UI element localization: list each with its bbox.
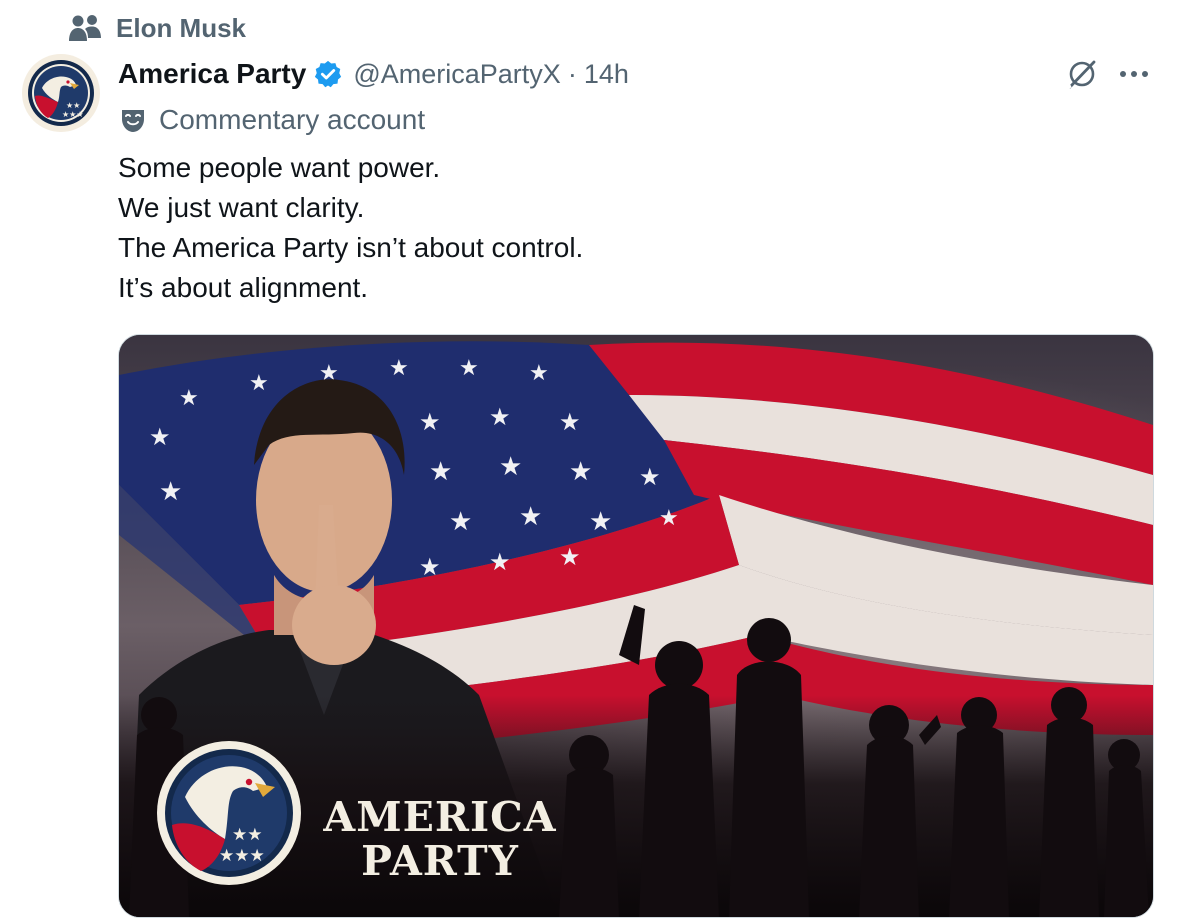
svg-text:★: ★ <box>659 506 679 531</box>
svg-text:★: ★ <box>489 403 511 431</box>
svg-text:★: ★ <box>159 477 182 507</box>
user-handle[interactable]: @AmericaPartyX <box>353 59 560 90</box>
grok-button[interactable] <box>1064 56 1100 92</box>
svg-text:★: ★ <box>489 548 511 576</box>
brand-line: PARTY <box>361 837 519 885</box>
account-label-text: Commentary account <box>159 104 426 135</box>
verified-badge-icon[interactable] <box>313 59 343 89</box>
more-options-button[interactable] <box>1114 56 1154 92</box>
people-icon <box>68 13 102 43</box>
svg-text:★: ★ <box>179 386 199 411</box>
svg-text:★: ★ <box>559 543 581 571</box>
tweet-header: America Party @AmericaPartyX · 14h <box>118 52 629 96</box>
tweet-text: Some people want power. We just want cla… <box>118 148 1148 308</box>
america-party-logo-icon: ★★ ★★★ <box>28 60 94 126</box>
svg-text:★: ★ <box>419 553 441 581</box>
svg-text:★: ★ <box>149 423 171 451</box>
social-context: Elon Musk <box>68 10 246 46</box>
svg-text:★: ★ <box>499 452 522 482</box>
svg-text:★: ★ <box>569 457 592 487</box>
account-label[interactable]: Commentary account <box>118 100 425 140</box>
separator-dot: · <box>567 58 577 89</box>
svg-text:★★: ★★ <box>66 101 80 110</box>
svg-text:★: ★ <box>519 502 542 532</box>
svg-text:★: ★ <box>429 457 452 487</box>
svg-text:★: ★ <box>419 408 441 436</box>
media-logo-emblem: ★★ ★★★ <box>157 741 301 885</box>
brand-line: AMERICA <box>323 793 557 841</box>
avatar[interactable]: ★★ ★★★ <box>22 54 100 132</box>
svg-text:★★★: ★★★ <box>62 110 84 119</box>
more-dots-icon <box>1120 71 1148 77</box>
svg-text:★: ★ <box>449 507 472 537</box>
tweet-line: We just want clarity. <box>118 192 365 223</box>
tweet-timestamp[interactable]: 14h <box>584 59 629 90</box>
display-name[interactable]: America Party <box>118 58 306 90</box>
svg-text:★: ★ <box>389 356 409 381</box>
media-illustration: ★ ★ ★ ★ ★ ★ ★ ★ ★ ★ ★ ★ ★ ★ ★ ★ ★ ★ ★ ★ <box>119 335 1153 917</box>
grok-icon <box>1066 60 1096 90</box>
svg-text:★: ★ <box>559 408 581 436</box>
theater-mask-icon <box>118 105 148 135</box>
svg-text:★★★: ★★★ <box>219 846 265 866</box>
svg-text:★: ★ <box>589 507 612 537</box>
social-context-label[interactable]: Elon Musk <box>116 13 246 44</box>
svg-text:★: ★ <box>529 361 549 386</box>
svg-text:★★: ★★ <box>232 825 262 845</box>
svg-text:★: ★ <box>459 356 479 381</box>
media-brand-text: AMERICA PARTY <box>315 795 565 883</box>
svg-text:★: ★ <box>639 463 661 491</box>
tweet-card: Elon Musk ★★ ★★★ America Party @AmericaP… <box>0 0 1186 924</box>
tweet-line: Some people want power. <box>118 152 441 183</box>
tweet-line: It’s about alignment. <box>118 272 369 303</box>
tweet-media-image[interactable]: ★ ★ ★ ★ ★ ★ ★ ★ ★ ★ ★ ★ ★ ★ ★ ★ ★ ★ ★ ★ <box>118 334 1154 918</box>
tweet-line: The America Party isn’t about control. <box>118 232 584 263</box>
svg-text:★: ★ <box>249 371 269 396</box>
